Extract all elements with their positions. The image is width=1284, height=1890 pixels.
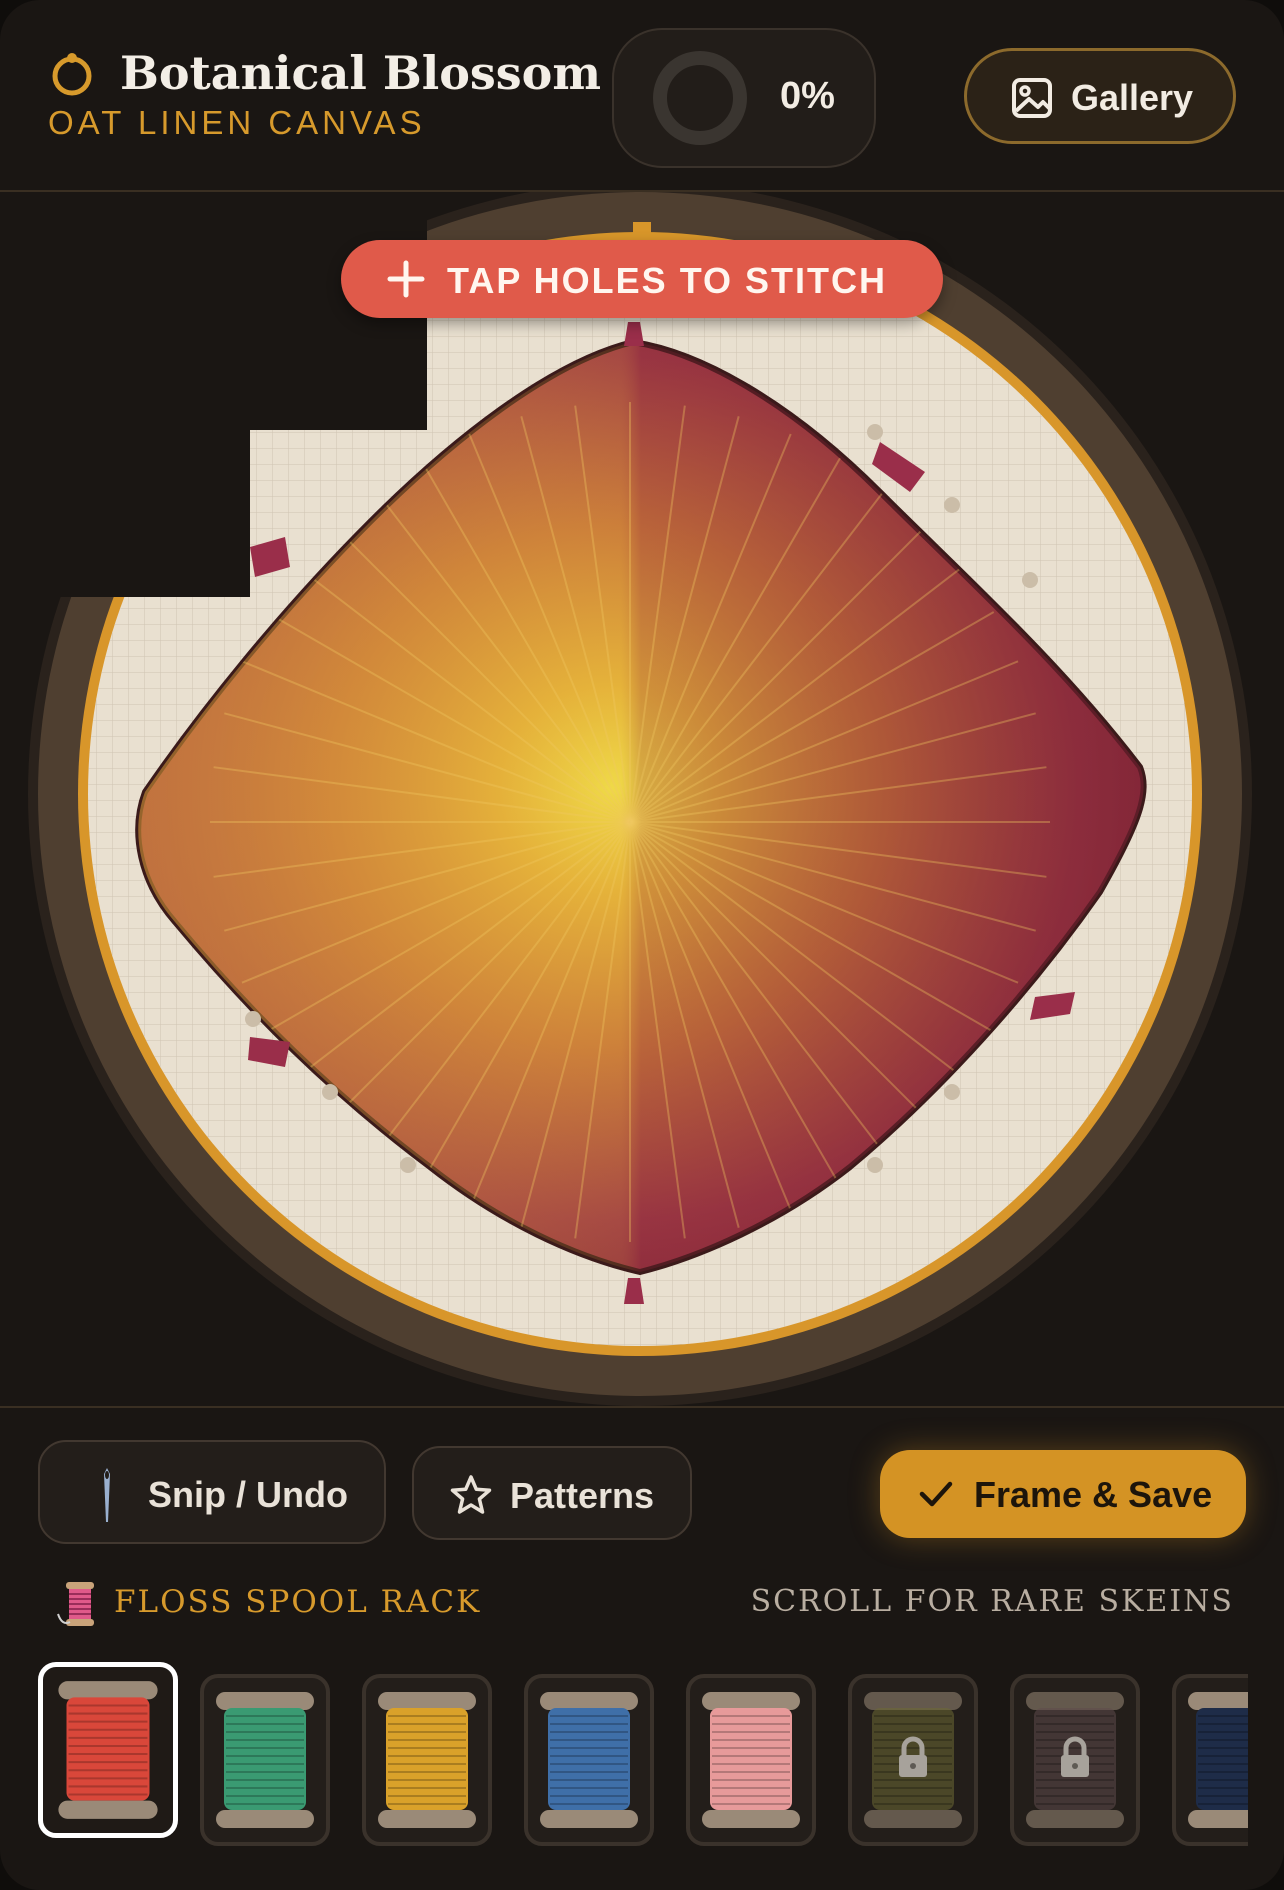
patterns-label: Patterns [510,1475,655,1516]
progress-indicator: 0% [612,28,876,168]
floss-spool[interactable] [1172,1674,1248,1846]
spool-icon [378,1692,476,1828]
section-divider [0,1406,1284,1408]
progress-percent: 0% [780,75,835,117]
spool-icon [58,1681,158,1819]
floss-spool[interactable] [38,1662,178,1838]
app-root: Botanical Blossom OAT LINEN CANVAS 0% Ga… [0,0,1284,1890]
gallery-label: Gallery [1071,77,1194,118]
plus-icon [387,260,425,298]
hoop-area: TAP HOLES TO STITCH [0,192,1284,1406]
floss-spool[interactable] [362,1674,492,1846]
floss-spool[interactable] [1010,1674,1140,1846]
rack-scroll-hint: SCROLL FOR RARE SKEINS [750,1584,1234,1619]
frame-save-button[interactable]: Frame & Save [880,1450,1246,1538]
spool-icon [1188,1692,1248,1828]
patterns-button[interactable]: Patterns [412,1446,692,1540]
spool-icon [540,1692,638,1828]
gallery-button[interactable]: Gallery [964,48,1236,144]
floss-spool[interactable] [524,1674,654,1846]
progress-ring [653,51,747,145]
star-icon [450,1475,492,1514]
thread-spool-icon [57,1582,94,1626]
snip-undo-label: Snip / Undo [148,1474,348,1515]
embroidery-hoop[interactable] [0,192,1284,1406]
spool-icon [1026,1692,1124,1828]
tap-hint-banner: TAP HOLES TO STITCH [341,240,943,318]
hoop-logo-icon [52,53,92,96]
canvas-subtitle: OAT LINEN CANVAS [48,104,426,141]
spool-icon [702,1692,800,1828]
snip-undo-button[interactable]: Snip / Undo [38,1440,386,1544]
page-title: Botanical Blossom [120,46,602,100]
needle-icon [104,1468,110,1522]
rack-title: FLOSS SPOOL RACK [114,1584,482,1620]
header: Botanical Blossom OAT LINEN CANVAS 0% Ga… [0,0,1284,192]
floss-spool[interactable] [200,1674,330,1846]
spool-icon [864,1692,962,1828]
check-icon [919,1481,953,1507]
tap-hint-text: TAP HOLES TO STITCH [447,260,888,301]
frame-save-label: Frame & Save [974,1474,1213,1515]
spool-icon [216,1692,314,1828]
image-icon [1012,78,1052,118]
spool-rack[interactable] [38,1660,1248,1860]
floss-spool[interactable] [848,1674,978,1846]
floss-spool[interactable] [686,1674,816,1846]
